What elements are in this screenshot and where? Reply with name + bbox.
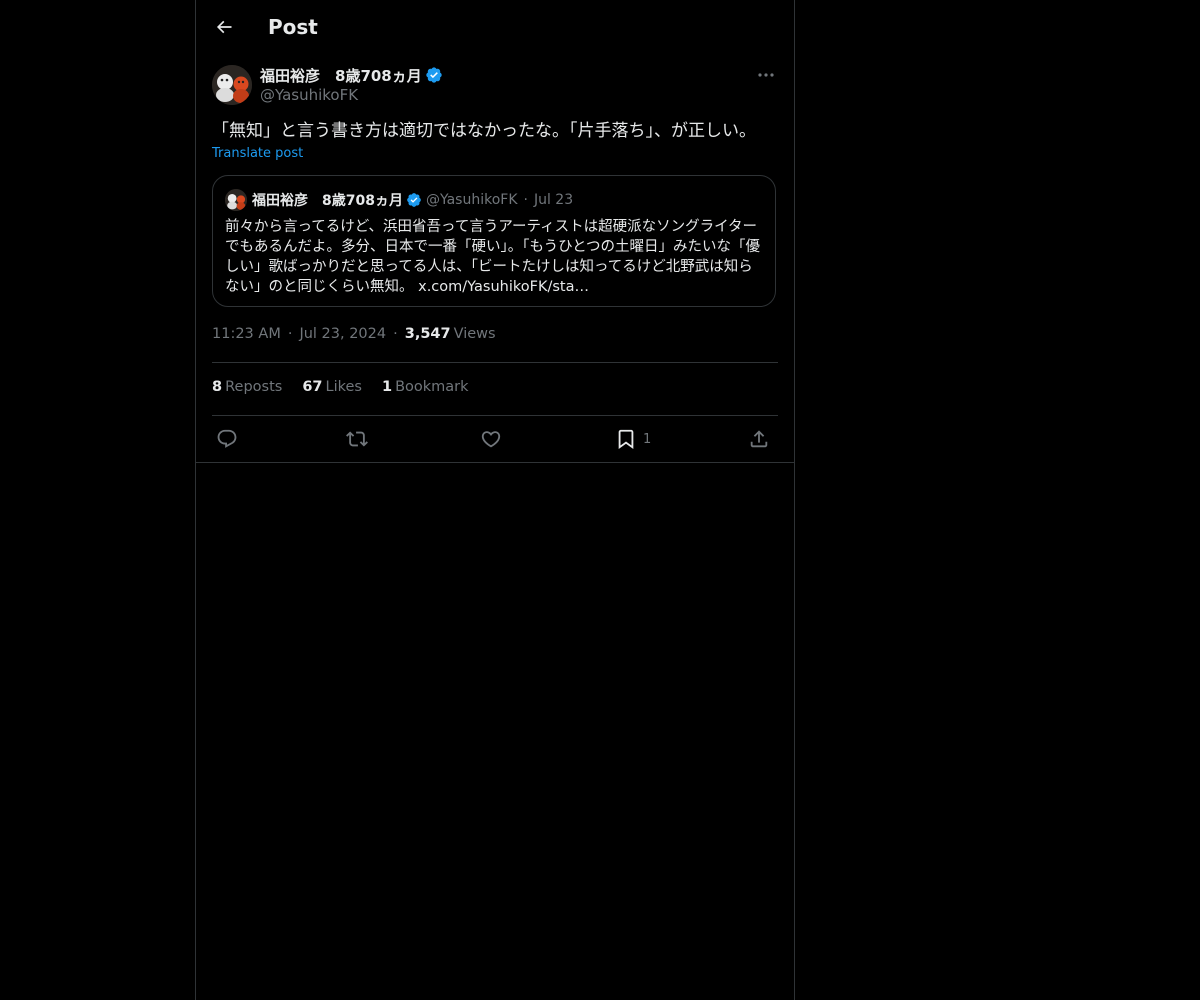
bookmark-button[interactable]: 1 — [615, 426, 651, 452]
bookmark-icon — [615, 428, 637, 450]
bookmarks-stat[interactable]: 1 Bookmark — [382, 379, 469, 395]
bookmarks-count: 1 — [381, 379, 393, 395]
quoted-post-text: 前々から言ってるけど、浜田省吾って言うアーティストは超硬派なソングライターでもあ… — [225, 219, 761, 295]
divider — [212, 362, 778, 363]
share-icon — [748, 428, 770, 450]
quoted-author-handle: @YasuhikoFK — [425, 192, 518, 208]
post-text: 「無知」と言う書き方は適切ではなかったな。「片手落ち」、が正しい。 — [212, 121, 756, 141]
verified-badge-icon — [406, 192, 422, 208]
reposts-stat[interactable]: 8 Reposts — [212, 379, 282, 395]
likes-count: 67 — [302, 379, 323, 395]
author-handle[interactable]: @YasuhikoFK — [260, 86, 358, 104]
author-name[interactable]: 福田裕彦 8歳708ヵ月 — [260, 65, 422, 86]
reply-button[interactable] — [216, 426, 238, 452]
quoted-post-header: 福田裕彦 8歳708ヵ月 @YasuhikoFK · Jul 23 — [225, 189, 573, 211]
separator-dot: · — [287, 326, 293, 342]
post-time[interactable]: 11:23 AM — [212, 326, 281, 342]
likes-label: Likes — [325, 379, 362, 395]
post-date[interactable]: Jul 23, 2024 — [299, 326, 386, 342]
separator-dot: · — [523, 192, 528, 208]
views-label: Views — [453, 326, 496, 342]
verified-badge-icon — [425, 66, 443, 84]
arrow-left-icon — [214, 17, 234, 37]
more-icon — [758, 73, 774, 77]
divider — [212, 415, 778, 416]
reposts-label: Reposts — [225, 379, 283, 395]
quoted-author-name: 福田裕彦 8歳708ヵ月 — [252, 193, 403, 209]
engagement-stats: 8 Reposts 67 Likes 1 Bookmark — [212, 379, 489, 395]
repost-button[interactable] — [346, 426, 368, 452]
reposts-count: 8 — [212, 379, 223, 395]
post-header: Post — [196, 0, 794, 54]
avatar[interactable] — [212, 65, 252, 105]
quoted-post[interactable]: 福田裕彦 8歳708ヵ月 @YasuhikoFK · Jul 23 前々から言っ… — [212, 175, 776, 307]
bookmarks-label: Bookmark — [395, 379, 469, 395]
repost-icon — [346, 428, 368, 450]
post-author: 福田裕彦 8歳708ヵ月 @YasuhikoFK — [212, 65, 778, 107]
separator-dot: · — [393, 326, 398, 342]
quoted-post-date: Jul 23 — [533, 192, 574, 208]
action-bar: 1 — [212, 426, 778, 452]
post-metadata: 11:23 AM · Jul 23, 2024 · 3,547 Views — [212, 326, 496, 342]
page-title: Post — [268, 15, 318, 39]
heart-icon — [480, 428, 502, 450]
bookmark-count: 1 — [643, 431, 652, 447]
back-button[interactable] — [208, 11, 240, 43]
quoted-avatar — [225, 189, 247, 211]
share-button[interactable] — [748, 426, 770, 452]
divider — [196, 462, 794, 463]
more-options-button[interactable] — [754, 65, 778, 85]
likes-stat[interactable]: 67 Likes — [302, 379, 362, 395]
views-count: 3,547 — [404, 326, 451, 342]
reply-icon — [216, 428, 238, 450]
post-detail-column: Post 福田裕彦 8歳708ヵ月 @YasuhikoFK 「無知」と言う書き方… — [195, 0, 795, 1000]
translate-post-link[interactable]: Translate post — [212, 146, 303, 161]
like-button[interactable] — [480, 426, 502, 452]
